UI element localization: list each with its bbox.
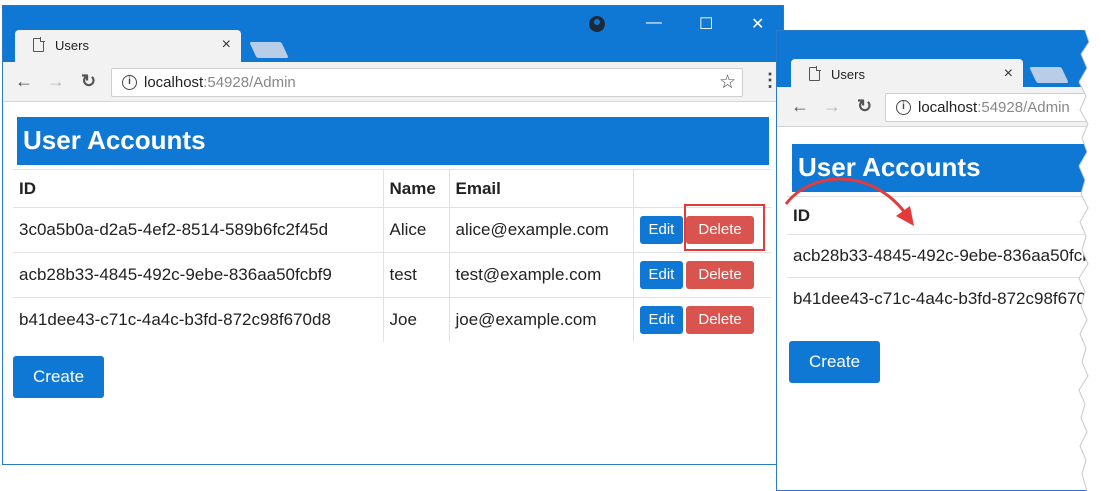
torn-edge-decoration: [1078, 30, 1101, 491]
maximize-button[interactable]: ☐: [699, 14, 713, 34]
create-button[interactable]: Create: [789, 341, 881, 383]
table-row: acb28b33-4845-492c-9ebe-836aa50fcbf9 tes…: [13, 252, 771, 298]
account-icon[interactable]: [589, 16, 605, 32]
address-bar[interactable]: i localhost:54928/Admin ☆: [111, 68, 743, 97]
user-name-cell: Joe: [382, 297, 449, 342]
create-button[interactable]: Create: [13, 356, 105, 398]
info-icon[interactable]: i: [122, 75, 137, 90]
user-id-cell: 3c0a5b0a-d2a5-4ef2-8514-589b6fc2f45d: [13, 207, 383, 253]
tab-close-icon[interactable]: ×: [1004, 65, 1013, 83]
edit-button[interactable]: Edit: [639, 216, 684, 244]
browser-toolbar: ← → ↻ i localhost:54928/Admin: [777, 87, 1101, 127]
table-row: 3c0a5b0a-d2a5-4ef2-8514-589b6fc2f45d Ali…: [13, 207, 771, 253]
bookmark-star-icon[interactable]: ☆: [719, 71, 736, 94]
actions-cell: Edit Delete: [632, 297, 771, 342]
tab-close-icon[interactable]: ×: [222, 36, 231, 54]
user-id-cell: b41dee43-c71c-4a4c-b3fd-872c98f670d8: [13, 297, 383, 342]
page-title: User Accounts: [17, 117, 769, 165]
page-content: User Accounts ID Name Email 3c0a5b0a-d2a…: [3, 103, 783, 464]
back-icon[interactable]: ←: [791, 96, 809, 117]
page-icon: [33, 37, 45, 52]
transition-arrow-icon: [784, 177, 914, 226]
user-email-cell: joe@example.com: [448, 297, 633, 342]
tab-title: Users: [55, 38, 89, 53]
user-id-cell: acb28b33-4845-492c-9ebe-836aa50fcbf9: [13, 252, 383, 298]
user-id-cell: b41dee43-c71c-4a4c-b3fd-872c98f670d8: [787, 277, 1101, 321]
user-name-cell: test: [382, 252, 449, 298]
close-window-button[interactable]: ✕: [751, 14, 764, 34]
user-email-cell: alice@example.com: [448, 207, 633, 253]
title-bar: Users × — ☐ ✕: [3, 6, 783, 62]
address-bar[interactable]: i localhost:54928/Admin: [885, 93, 1101, 122]
column-header-name: Name: [382, 169, 449, 208]
new-tab-button[interactable]: [249, 42, 289, 58]
forward-icon[interactable]: →: [47, 71, 65, 92]
info-icon[interactable]: i: [896, 100, 911, 115]
forward-icon[interactable]: →: [823, 96, 841, 117]
url-text: localhost:54928/Admin: [918, 99, 1070, 116]
column-header-email: Email: [448, 169, 633, 208]
table-row: b41dee43-c71c-4a4c-b3fd-872c98f670d8 Joe…: [13, 297, 771, 342]
table-header-row: ID Name Email: [13, 169, 771, 208]
user-id-cell: acb28b33-4845-492c-9ebe-836aa50fcbf9: [787, 234, 1101, 278]
url-host: localhost: [144, 74, 204, 91]
browser-toolbar: ← → ↻ i localhost:54928/Admin ☆ ⋮: [3, 62, 783, 102]
url-host: localhost: [918, 99, 978, 116]
column-header-id: ID: [13, 169, 383, 208]
page-icon: [809, 66, 821, 81]
reload-icon[interactable]: ↻: [81, 71, 96, 92]
back-icon[interactable]: ←: [15, 71, 33, 92]
edit-button[interactable]: Edit: [639, 261, 684, 289]
table-row: b41dee43-c71c-4a4c-b3fd-872c98f670d8: [787, 277, 1101, 321]
table-row: acb28b33-4845-492c-9ebe-836aa50fcbf9: [787, 234, 1101, 278]
actions-cell: Edit Delete: [632, 252, 771, 298]
title-bar: Users ×: [777, 31, 1101, 91]
browser-window-after: Users × ← → ↻ i localhost:54928/Admin Us…: [776, 30, 1101, 491]
edit-button[interactable]: Edit: [639, 306, 684, 334]
user-name-cell: Alice: [382, 207, 449, 253]
delete-button[interactable]: Delete: [686, 306, 754, 334]
user-email-cell: test@example.com: [448, 252, 633, 298]
url-text: localhost:54928/Admin: [144, 74, 296, 91]
browser-window-before: Users × — ☐ ✕ ← → ↻ i localhost:54928/Ad…: [2, 5, 784, 465]
reload-icon[interactable]: ↻: [857, 96, 872, 117]
column-header-actions: [632, 169, 771, 208]
minimize-button[interactable]: —: [646, 14, 662, 32]
delete-button[interactable]: Delete: [686, 261, 754, 289]
url-path: :54928/Admin: [977, 99, 1070, 116]
users-table: ID Name Email 3c0a5b0a-d2a5-4ef2-8514-58…: [13, 169, 771, 342]
tab-title: Users: [831, 67, 865, 82]
browser-tab[interactable]: Users ×: [15, 30, 241, 62]
url-path: :54928/Admin: [203, 74, 296, 91]
delete-highlight-box: [684, 204, 765, 251]
new-tab-button[interactable]: [1029, 67, 1069, 83]
